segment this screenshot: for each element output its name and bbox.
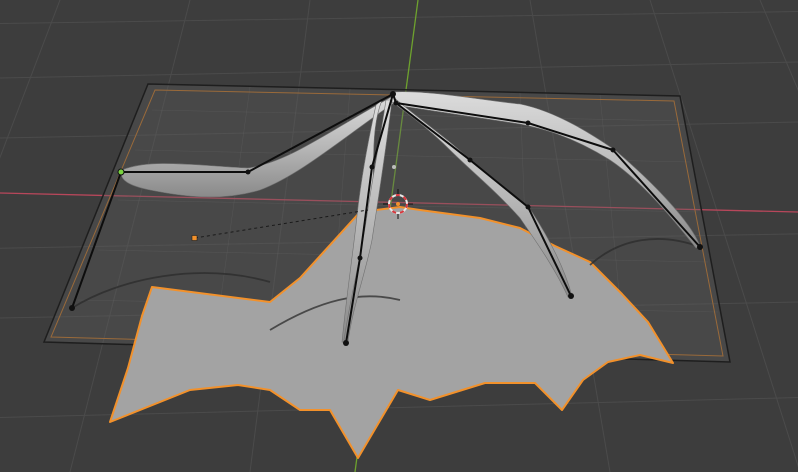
joint (245, 169, 251, 175)
joint (697, 244, 703, 250)
joint (568, 293, 574, 299)
joint (610, 147, 616, 153)
joint (525, 120, 531, 126)
origin-point-icon[interactable] (191, 235, 198, 241)
joint (343, 340, 349, 346)
joint (393, 100, 399, 106)
joint (357, 255, 363, 261)
joint (369, 164, 375, 170)
selected-vertex[interactable] (117, 168, 125, 176)
3d-viewport[interactable] (0, 0, 798, 472)
joint (390, 91, 396, 97)
joint (69, 305, 75, 311)
joint (467, 157, 473, 163)
viewport-canvas[interactable] (0, 0, 798, 472)
joint (525, 204, 531, 210)
small-point (392, 165, 396, 169)
